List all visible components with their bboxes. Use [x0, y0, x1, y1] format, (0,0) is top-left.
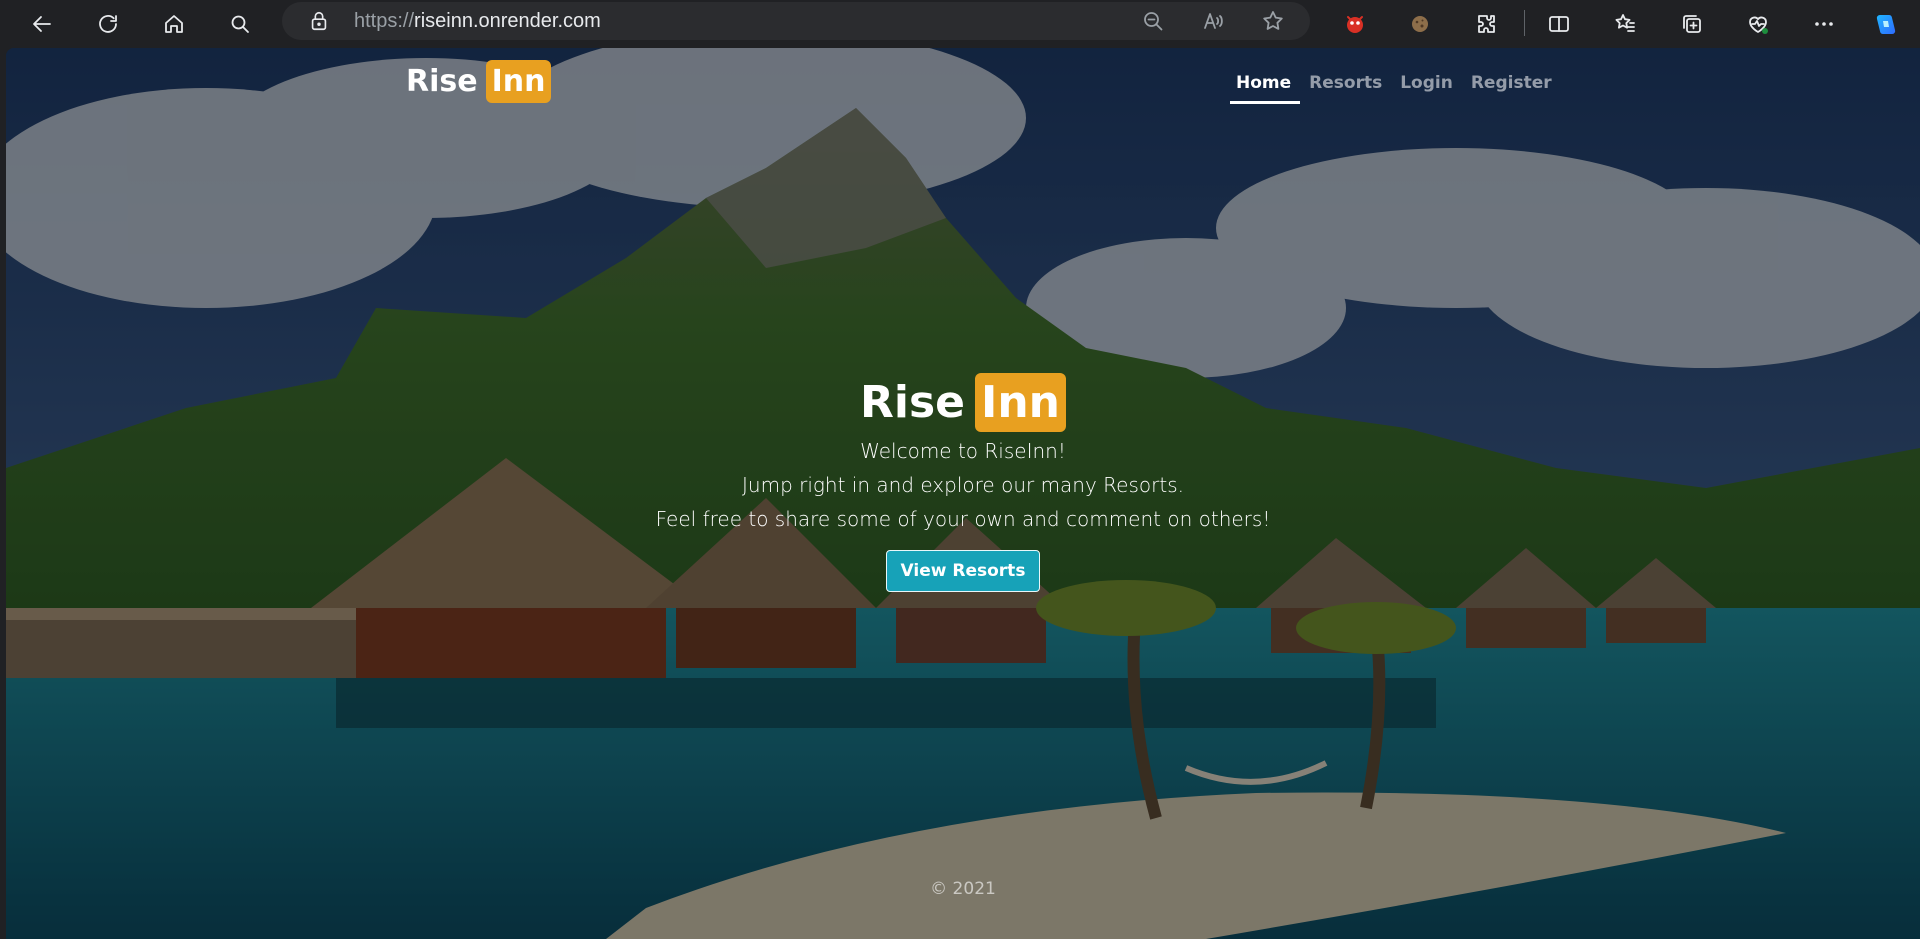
- extensions-puzzle-icon[interactable]: [1469, 6, 1505, 42]
- browser-toolbar: https://riseinn.onrender.com: [0, 0, 1920, 48]
- cookie-extension-icon[interactable]: [1402, 6, 1438, 42]
- split-screen-icon[interactable]: [1541, 6, 1577, 42]
- site-nav: Home Resorts Login Register: [1230, 73, 1561, 104]
- lock-icon[interactable]: [308, 10, 330, 32]
- copilot-icon[interactable]: [1868, 6, 1904, 42]
- view-resorts-button[interactable]: View Resorts: [885, 550, 1041, 592]
- nav-login-link[interactable]: Login: [1391, 73, 1462, 104]
- extension-icon[interactable]: [1337, 6, 1373, 42]
- hero-title-text: Rise: [859, 377, 965, 428]
- address-bar[interactable]: https://riseinn.onrender.com: [282, 2, 1310, 40]
- footer-copyright: © 2021: [930, 879, 996, 899]
- more-menu-icon[interactable]: [1806, 6, 1842, 42]
- url-text[interactable]: https://riseinn.onrender.com: [354, 10, 601, 33]
- toolbar-divider: [1524, 10, 1525, 36]
- hero-title: Rise Inn: [859, 373, 1067, 432]
- home-icon[interactable]: [156, 6, 192, 42]
- read-aloud-icon[interactable]: [1200, 8, 1226, 34]
- search-icon[interactable]: [222, 6, 258, 42]
- page-viewport: Rise Inn Home Resorts Login Register Ris…: [6, 48, 1920, 939]
- favorite-star-icon[interactable]: [1260, 8, 1286, 34]
- site-logo[interactable]: Rise Inn: [406, 60, 552, 103]
- logo-badge: Inn: [485, 60, 552, 103]
- hero-welcome-text: Welcome to RiseInn!: [860, 439, 1066, 463]
- hero-title-badge: Inn: [974, 373, 1067, 432]
- browser-essentials-icon[interactable]: [1740, 6, 1776, 42]
- logo-text: Rise: [406, 64, 478, 99]
- refresh-icon[interactable]: [90, 6, 126, 42]
- hero-share-text: Feel free to share some of your own and …: [655, 507, 1271, 531]
- nav-resorts-link[interactable]: Resorts: [1300, 73, 1391, 104]
- hero-section: Rise Inn Welcome to RiseInn! Jump right …: [6, 373, 1920, 592]
- nav-register-link[interactable]: Register: [1462, 73, 1561, 104]
- nav-home-link[interactable]: Home: [1230, 73, 1301, 104]
- site-header: Rise Inn Home Resorts Login Register: [6, 48, 1920, 158]
- favorites-list-icon[interactable]: [1607, 6, 1643, 42]
- hero-explore-text: Jump right in and explore our many Resor…: [742, 473, 1184, 497]
- zoom-out-icon[interactable]: [1140, 8, 1166, 34]
- collections-icon[interactable]: [1674, 6, 1710, 42]
- back-arrow-icon[interactable]: [24, 6, 60, 42]
